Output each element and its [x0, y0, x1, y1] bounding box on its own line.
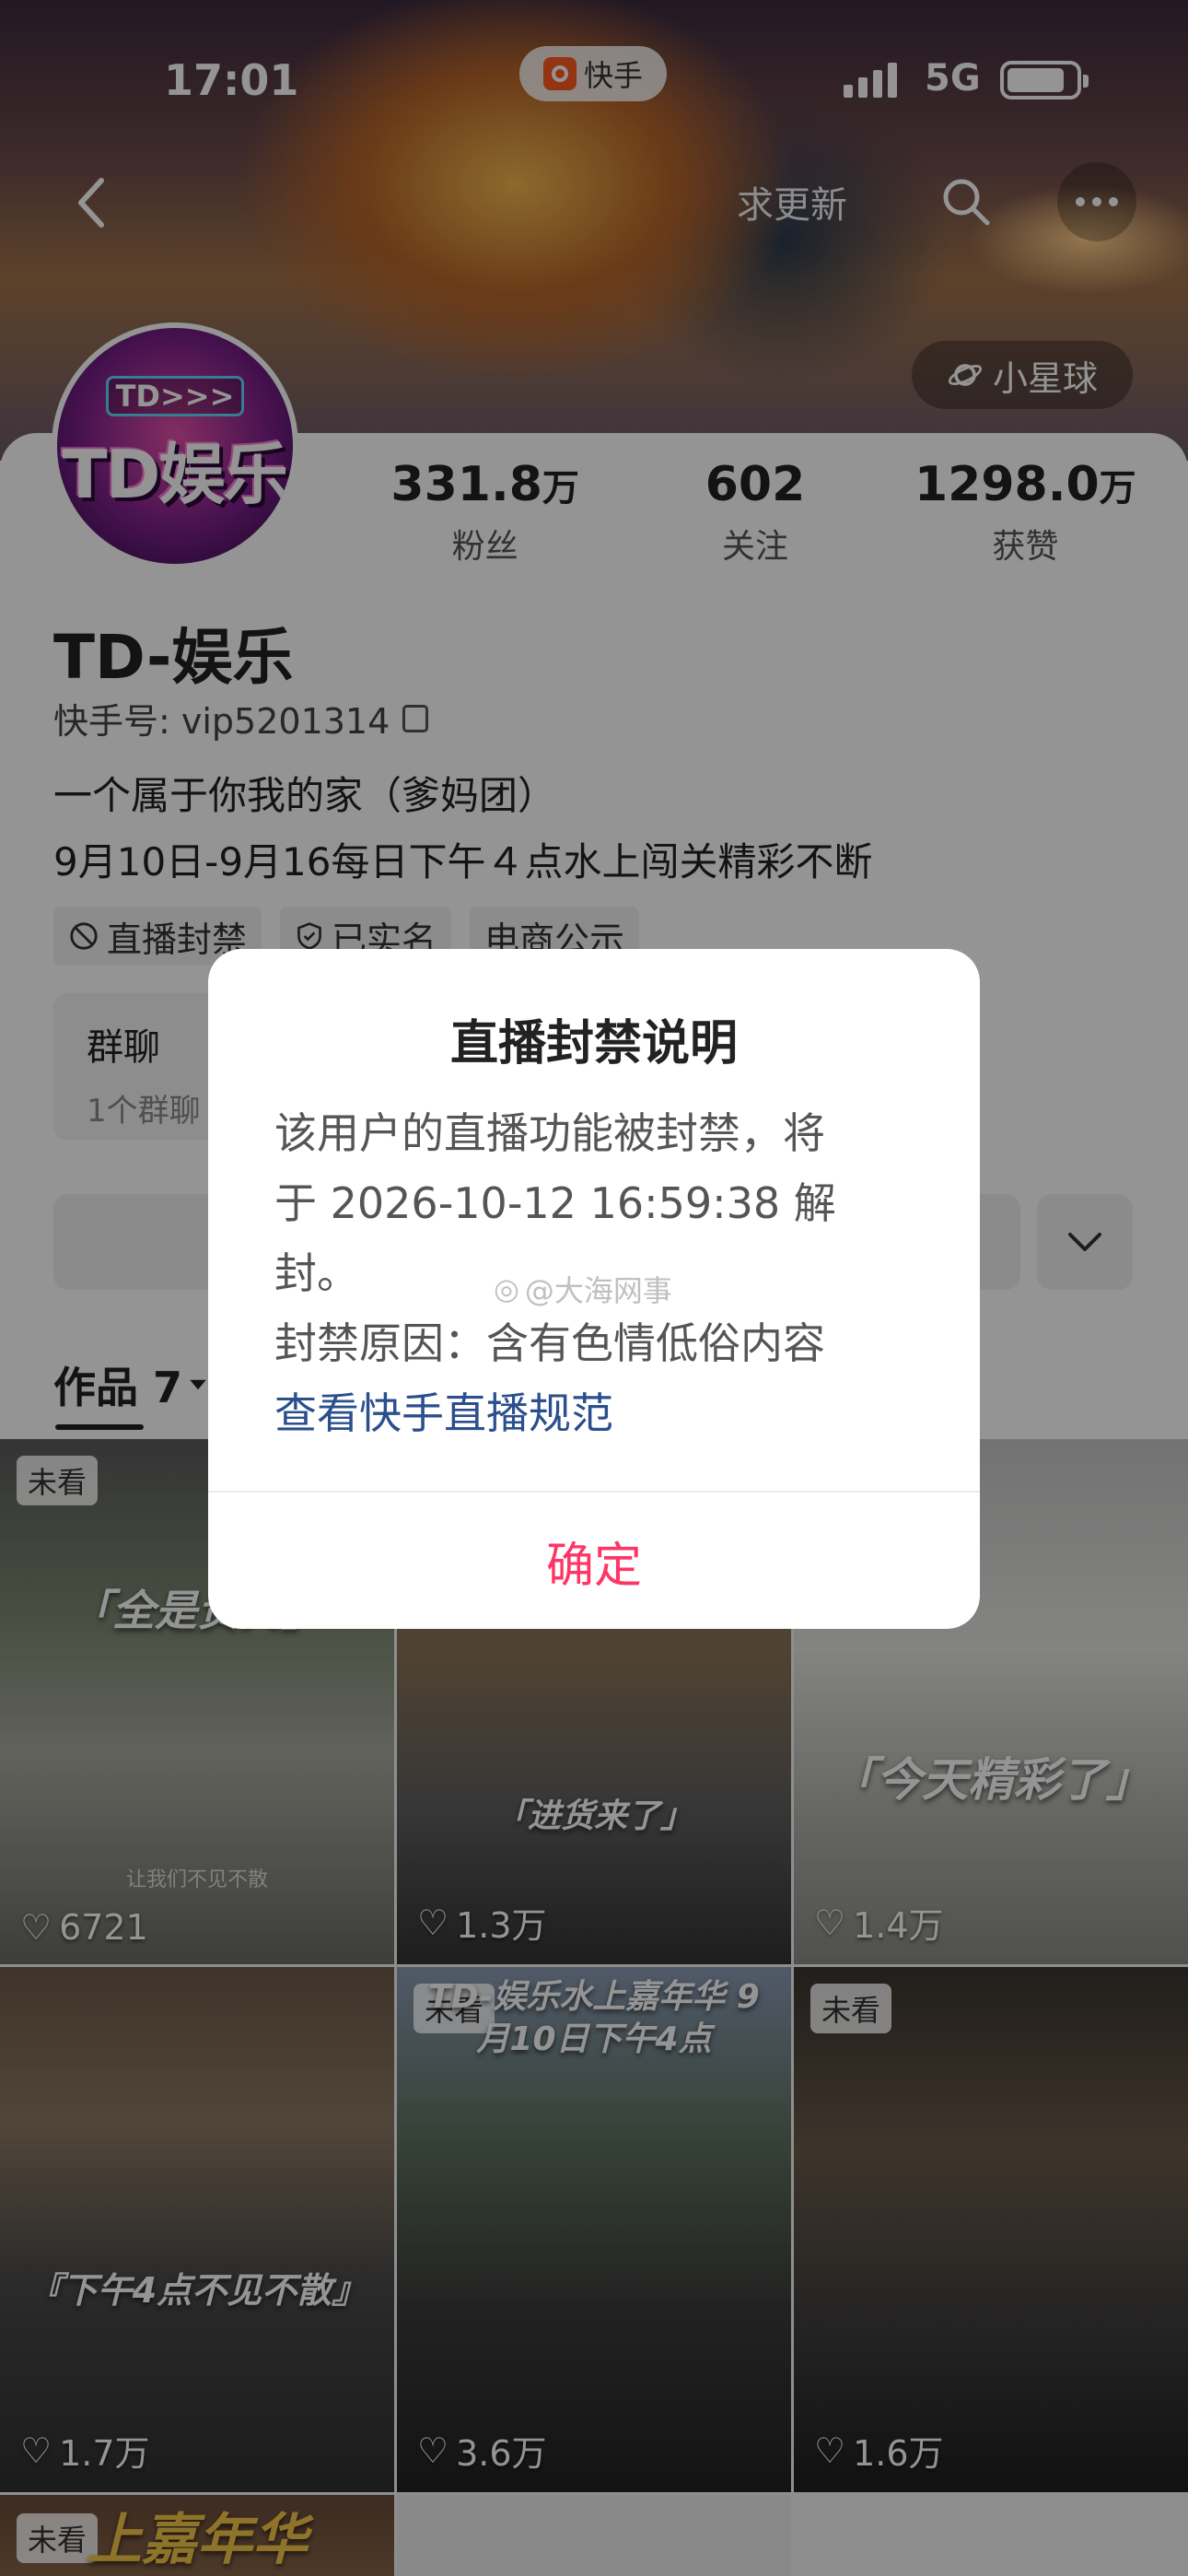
confirm-button[interactable]: 确定	[208, 1493, 980, 1629]
watermark-text: @大海网事	[524, 1273, 672, 1308]
dialog-title: 直播封禁说明	[449, 1016, 738, 1071]
profile-screen: 17:01 快手 5G 求更新 小星球 TD>>> TD娱乐 331.8万 粉丝…	[0, 0, 1188, 2576]
dialog-body-line-1: 该用户的直播功能被封禁，将	[274, 1108, 825, 1158]
live-rules-link[interactable]: 查看快手直播规范	[274, 1378, 919, 1448]
dialog-ban-reason: 封禁原因：含有色情低俗内容	[274, 1318, 825, 1368]
weibo-icon: ◎	[494, 1271, 519, 1306]
dialog-body-line-2: 于 2026-10-12 16:59:38 解	[274, 1178, 836, 1228]
weibo-watermark: ◎ @大海网事	[494, 1268, 672, 1310]
